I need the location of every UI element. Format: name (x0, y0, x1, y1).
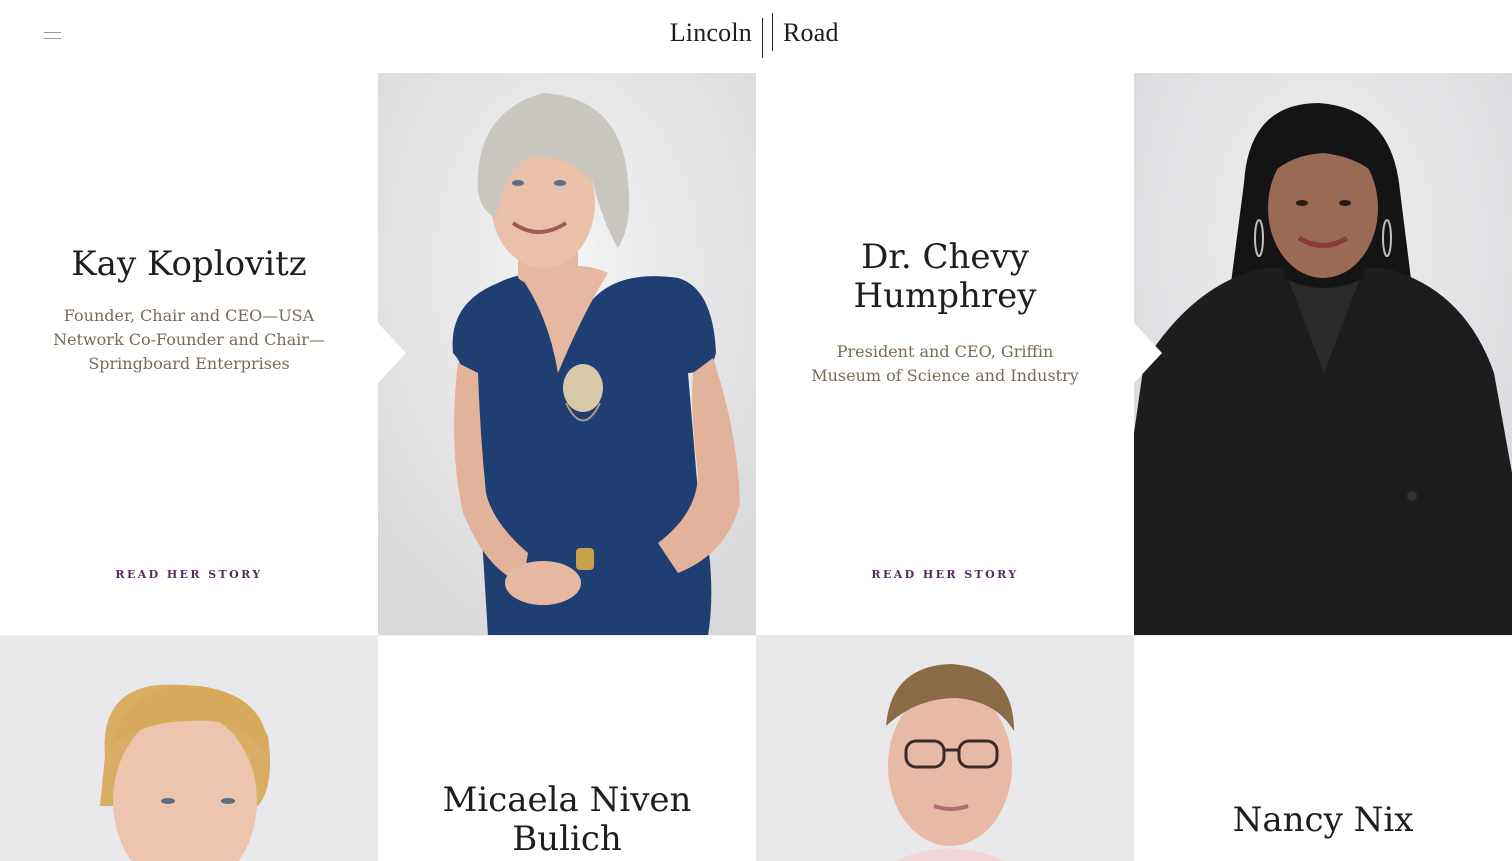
person-role: President and CEO, Griffin Museum of Sci… (811, 342, 1079, 385)
logo-divider (772, 13, 773, 51)
logo-word-road: Road (783, 18, 839, 47)
person-name: Dr. Chevy Humphrey (853, 237, 1037, 316)
person-name: Kay Koplovitz (71, 244, 307, 284)
profile-card-chevy-humphrey: Dr. Chevy Humphrey President and CEO, Gr… (756, 73, 1134, 636)
profile-card-nancy-nix: Nancy Nix (1134, 636, 1512, 861)
read-her-story-link[interactable]: READ HER STORY (756, 568, 1134, 581)
pointer-notch (1134, 323, 1162, 383)
portrait-image (756, 636, 1134, 861)
portrait-image (1134, 73, 1512, 636)
person-name: Micaela Niven Bulich (442, 780, 692, 859)
read-her-story-link[interactable]: READ HER STORY (0, 568, 378, 581)
portrait-kay-koplovitz[interactable] (378, 73, 756, 636)
profile-card-micaela-niven-bulich: Micaela Niven Bulich (378, 636, 756, 861)
profile-card-kay-koplovitz: Kay Koplovitz Founder, Chair and CEO—USA… (0, 73, 378, 636)
portrait-image (0, 636, 378, 861)
pointer-notch (378, 323, 406, 383)
site-header: Lincoln Road (0, 0, 1512, 73)
portrait-row2-third[interactable] (756, 636, 1134, 861)
portrait-image (378, 73, 756, 636)
site-logo[interactable]: Lincoln Road (0, 0, 1512, 73)
person-name: Nancy Nix (1232, 800, 1414, 840)
logo-divider (762, 18, 763, 58)
portrait-chevy-humphrey[interactable] (1134, 73, 1512, 636)
logo-word-lincoln: Lincoln (669, 18, 752, 47)
person-role: Founder, Chair and CEO—USA Network Co-Fo… (53, 306, 325, 373)
portrait-row2-first[interactable] (0, 636, 378, 861)
